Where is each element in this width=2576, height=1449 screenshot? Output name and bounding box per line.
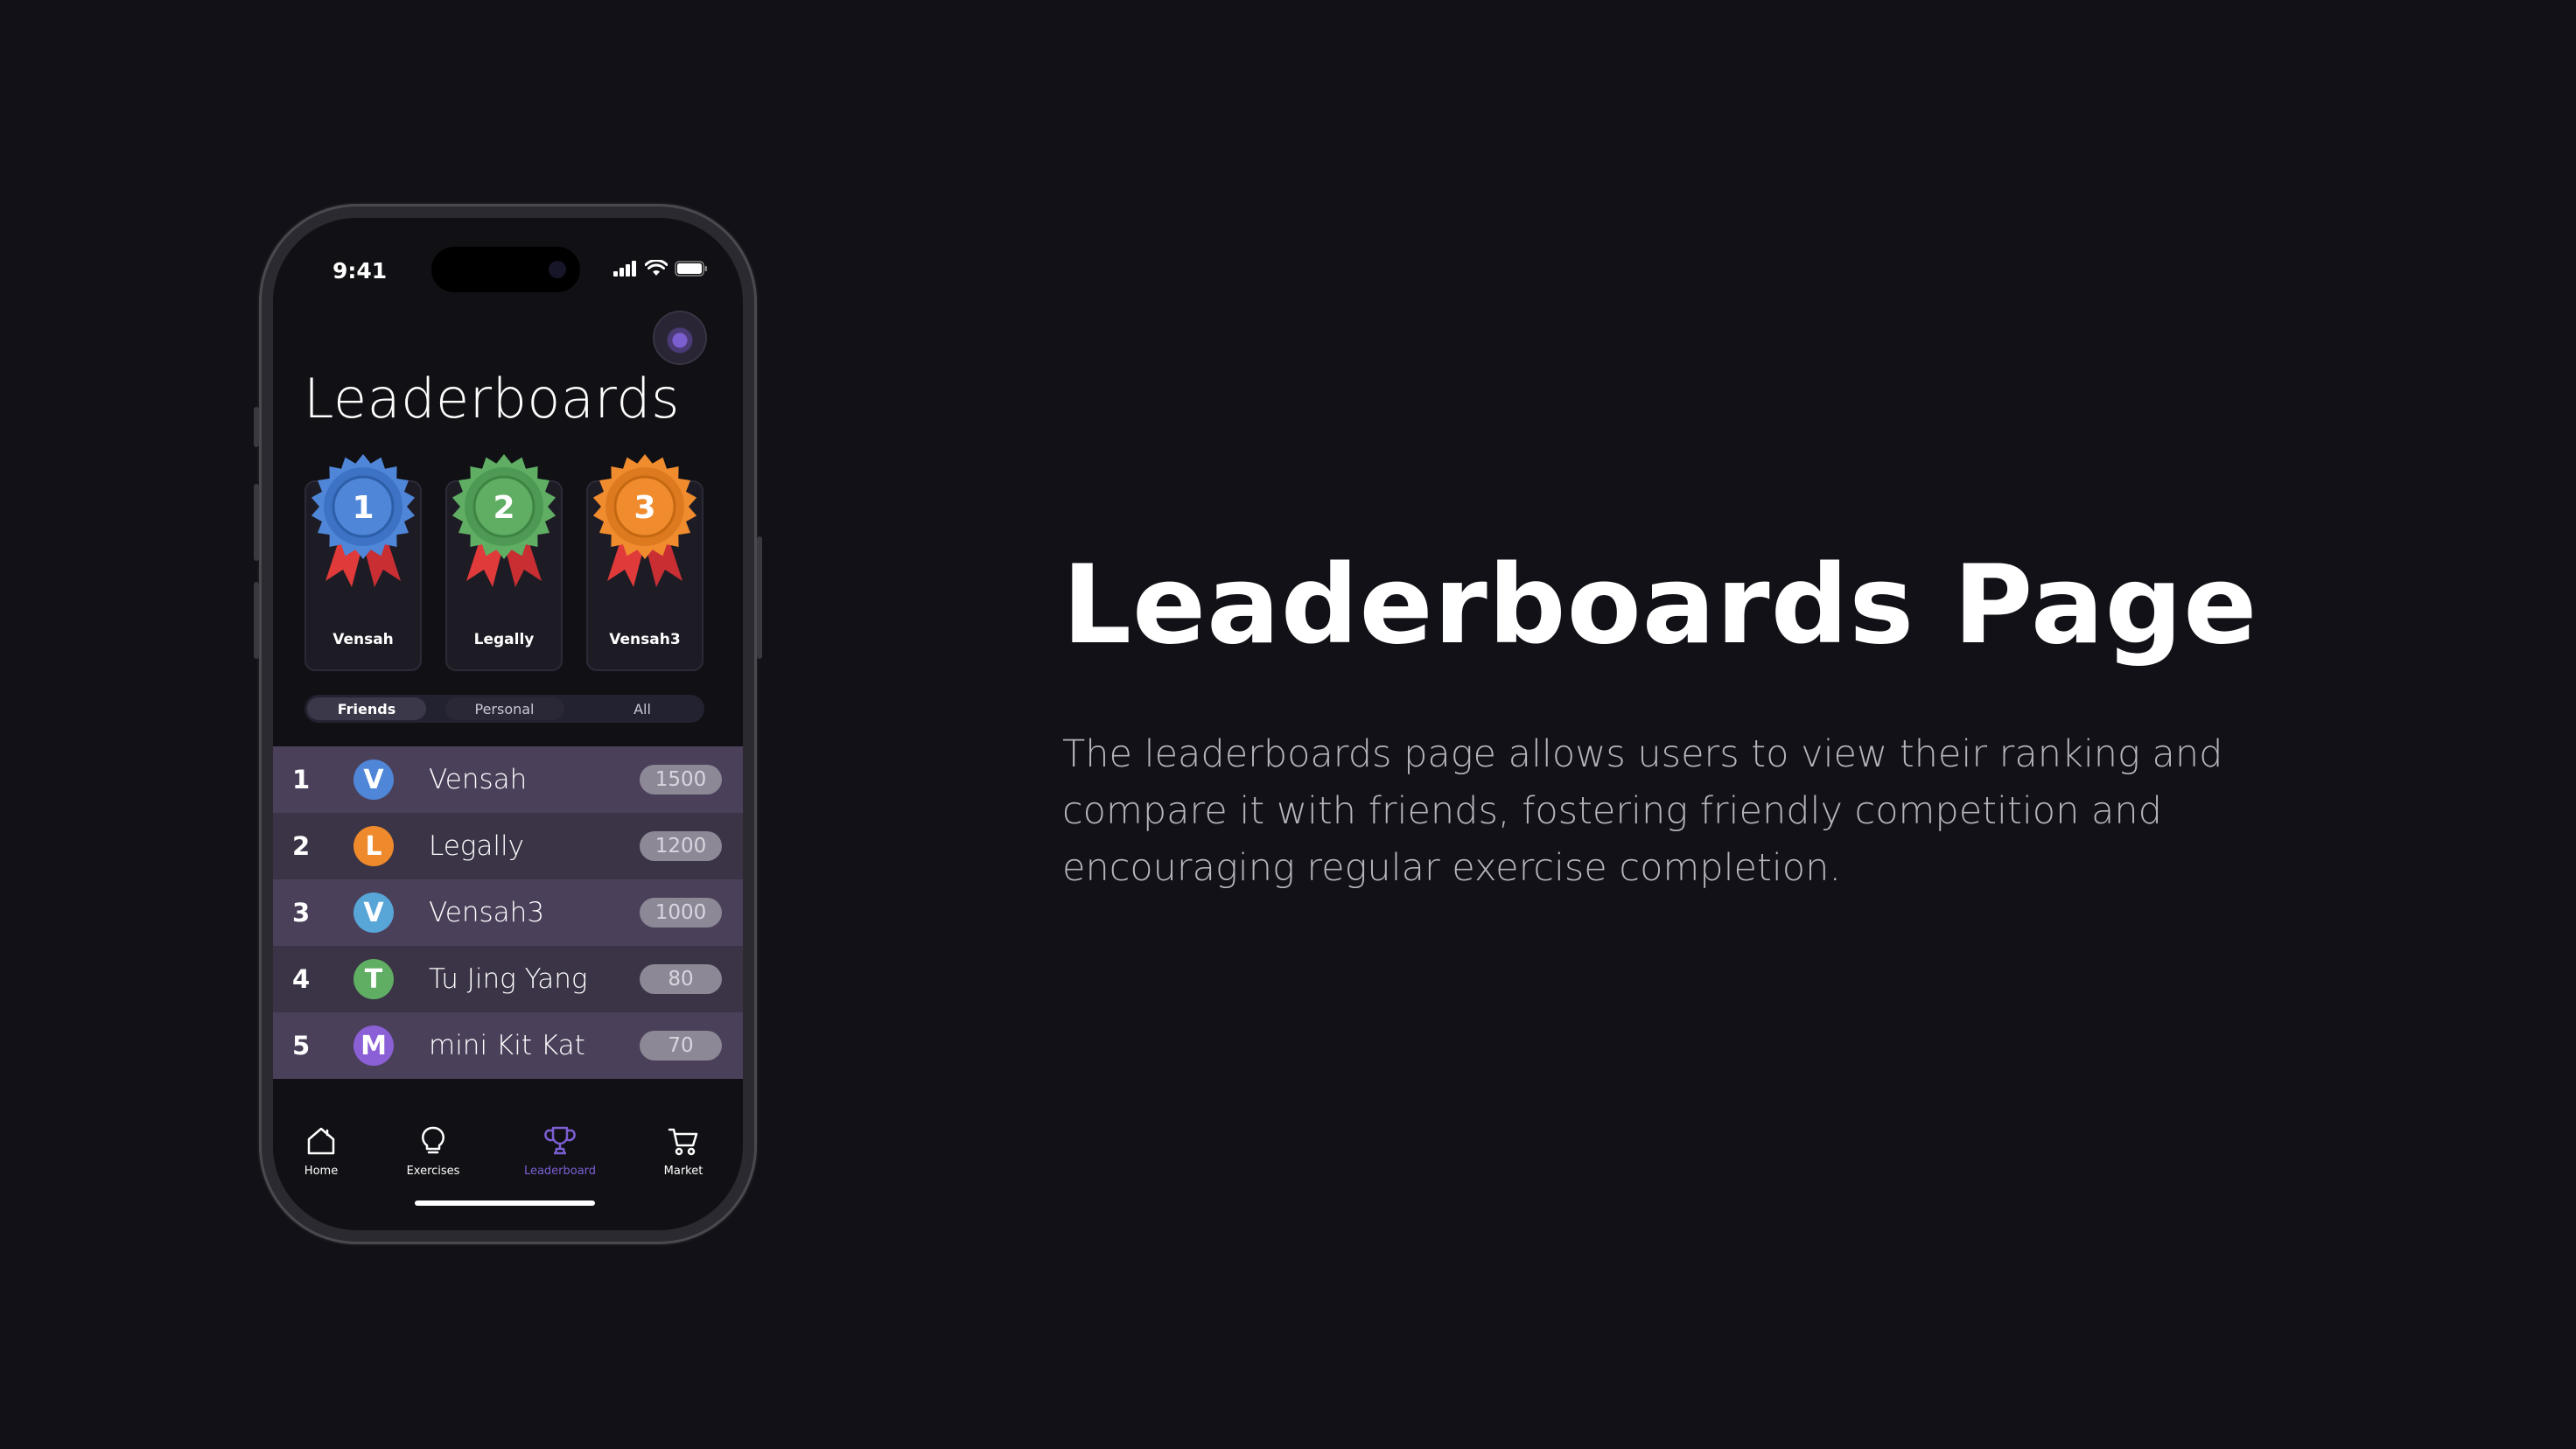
- nav-label: Home: [304, 1165, 339, 1178]
- table-row[interactable]: 3 V Vensah3 1000: [273, 879, 743, 946]
- hero-headline: Leaderboards Page: [1062, 542, 2258, 668]
- row-rank: 1: [292, 765, 311, 794]
- home-indicator[interactable]: [415, 1200, 595, 1206]
- medal-rank: 1: [352, 490, 374, 526]
- nav-label: Exercises: [406, 1165, 460, 1178]
- lightbulb-icon: [422, 1126, 444, 1154]
- row-rank: 5: [292, 1031, 311, 1060]
- user-avatar: M: [354, 1026, 394, 1066]
- leaderboard-filter-tabs: Friends Personal All: [304, 695, 704, 723]
- signal-icon: [613, 260, 636, 276]
- phone-screen: 9:41 Leaderboards Vensah Legally Vensah3…: [273, 218, 743, 1230]
- tab-all[interactable]: All: [583, 697, 702, 720]
- nav-leaderboard[interactable]: Leaderboard: [512, 1124, 608, 1178]
- table-row[interactable]: 1 V Vensah 1500: [273, 746, 743, 813]
- row-rank: 2: [292, 831, 311, 861]
- tab-personal[interactable]: Personal: [444, 697, 564, 720]
- user-avatar: T: [354, 959, 394, 999]
- page-title: Leaderboards: [304, 367, 680, 430]
- user-name: Legally: [429, 830, 524, 862]
- score-badge: 70: [640, 1031, 722, 1060]
- status-time: 9:41: [332, 258, 388, 284]
- table-row[interactable]: 2 L Legally 1200: [273, 813, 743, 879]
- status-icons: [613, 260, 708, 276]
- cart-icon: [668, 1128, 698, 1156]
- table-row[interactable]: 4 T Tu Jing Yang 80: [273, 946, 743, 1012]
- wifi-icon: [645, 260, 668, 276]
- phone-volume-up: [254, 484, 259, 561]
- nav-market[interactable]: Market: [635, 1124, 732, 1178]
- nav-label: Market: [663, 1165, 704, 1178]
- score-badge: 80: [640, 964, 722, 994]
- medal-third-icon: 3: [592, 454, 697, 587]
- user-name: Tu Jing Yang: [429, 963, 588, 995]
- hero-description: The leaderboards page allows users to vi…: [1062, 732, 2223, 890]
- bottom-tab-bar: Home Exercises Leaderboard Market: [273, 1124, 743, 1203]
- user-name: Vensah: [429, 764, 528, 795]
- medal-first-icon: 1: [311, 454, 416, 587]
- user-avatar: L: [354, 826, 394, 866]
- trophy-icon: [544, 1126, 576, 1155]
- battery-icon: [675, 260, 707, 276]
- phone-volume-down: [254, 582, 259, 659]
- medal-second-icon: 2: [452, 454, 556, 587]
- row-rank: 4: [292, 964, 311, 994]
- phone-silent-switch: [254, 407, 259, 447]
- podium-name: Vensah3: [609, 631, 681, 648]
- podium-name: Vensah: [332, 631, 394, 648]
- user-name: Vensah3: [429, 897, 545, 928]
- tab-friends[interactable]: Friends: [307, 697, 426, 720]
- score-badge: 1500: [640, 765, 722, 794]
- nav-home[interactable]: Home: [273, 1124, 369, 1178]
- score-badge: 1200: [640, 831, 722, 861]
- medal-rank: 3: [634, 490, 655, 526]
- leaderboard-list: 1 V Vensah 1500 2 L Legally 1200 3 V Ven…: [273, 746, 743, 1079]
- user-avatar: V: [354, 760, 394, 800]
- dynamic-island: [431, 247, 580, 292]
- home-icon: [307, 1127, 335, 1155]
- phone-power-button: [757, 536, 762, 659]
- phone-mockup: 9:41 Leaderboards Vensah Legally Vensah3…: [254, 204, 762, 1244]
- table-row[interactable]: 5 M mini Kit Kat 70: [273, 1012, 743, 1079]
- profile-avatar[interactable]: [654, 312, 705, 363]
- medal-rank: 2: [493, 490, 514, 526]
- nav-label: Leaderboard: [523, 1165, 597, 1178]
- user-avatar: V: [354, 892, 394, 933]
- row-rank: 3: [292, 898, 311, 928]
- user-name: mini Kit Kat: [429, 1030, 585, 1061]
- podium-name: Legally: [473, 631, 535, 648]
- nav-exercises[interactable]: Exercises: [385, 1124, 481, 1178]
- score-badge: 1000: [640, 898, 722, 928]
